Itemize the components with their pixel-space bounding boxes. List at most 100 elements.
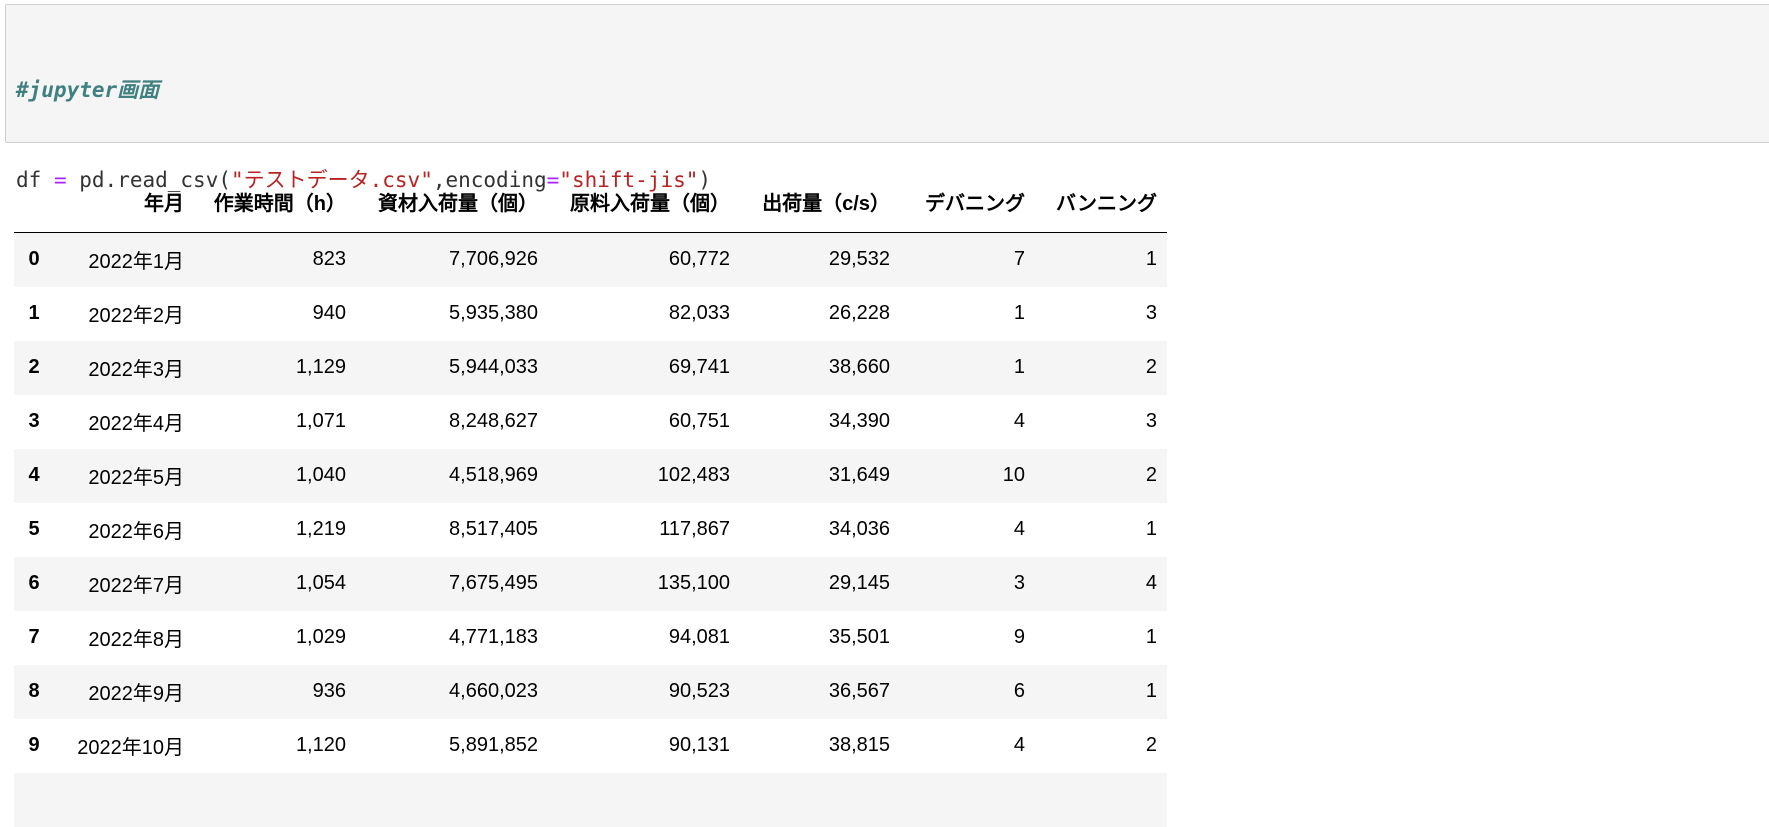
cell-year-month: 2022年7月 <box>88 575 184 597</box>
row-index: 6 <box>28 572 40 594</box>
cell-vanning: 2 <box>1145 356 1157 378</box>
table-header-row: 年月 作業時間（h） 資材入荷量（個） 原料入荷量（個） 出荷量（c/s） デバ… <box>14 170 1167 233</box>
cell-year-month: 2022年6月 <box>88 521 184 543</box>
column-header-raw-in: 原料入荷量（個） <box>548 170 740 233</box>
cell-year-month: 2022年1月 <box>88 251 184 274</box>
cell-devanning: 1 <box>1013 356 1025 378</box>
cell-devanning: 10 <box>1002 464 1025 486</box>
dataframe-table: 年月 作業時間（h） 資材入荷量（個） 原料入荷量（個） 出荷量（c/s） デバ… <box>14 170 1167 827</box>
cell-raw-in: 69,741 <box>668 356 730 378</box>
column-header-shipment: 出荷量（c/s） <box>740 170 900 233</box>
cell-work-hours <box>194 773 356 827</box>
cell-material-in: 7,675,495 <box>449 572 538 594</box>
cell-shipment <box>740 773 900 827</box>
cell-shipment: 34,390 <box>828 410 890 432</box>
cell-material-in: 4,771,183 <box>449 626 538 648</box>
cell-devanning: 7 <box>1013 248 1025 271</box>
cell-material-in: 5,891,852 <box>449 734 538 756</box>
cell-vanning: 3 <box>1145 410 1157 432</box>
table-row: 0 2022年1月 823 7,706,926 60,772 29,532 7 1 <box>14 232 1167 287</box>
cell-raw-in: 90,131 <box>668 734 730 756</box>
cell-year-month: 2022年5月 <box>88 467 184 489</box>
table-row: 6 2022年7月 1,054 7,675,495 135,100 29,145 3 4 <box>14 556 1167 611</box>
column-header-material-in: 資材入荷量（個） <box>356 170 548 233</box>
cell-devanning: 4 <box>1013 518 1025 540</box>
table-row: 3 2022年4月 1,071 8,248,627 60,751 34,390 4 3 <box>14 394 1167 449</box>
table-row <box>14 772 1167 827</box>
cell-year-month: 2022年10月 <box>77 737 184 759</box>
cell-raw-in: 60,751 <box>668 410 730 432</box>
cell-vanning: 1 <box>1145 518 1157 540</box>
row-index: 1 <box>28 302 40 324</box>
cell-year-month <box>54 773 194 827</box>
column-header-work-hours: 作業時間（h） <box>194 170 356 233</box>
cell-vanning: 1 <box>1145 680 1157 702</box>
code-cell-input[interactable]: #jupyter画面 df = pd.read_csv("テストデータ.csv"… <box>5 4 1769 282</box>
cell-material-in: 8,517,405 <box>449 518 538 540</box>
table-row: 9 2022年10月 1,120 5,891,852 90,131 38,815 4 2 <box>14 718 1167 773</box>
cell-work-hours: 1,219 <box>295 518 346 540</box>
cell-devanning: 6 <box>1013 680 1025 702</box>
column-header-devanning: デバニング <box>900 170 1035 233</box>
cell-vanning: 4 <box>1145 572 1157 594</box>
cell-shipment: 29,145 <box>828 572 890 594</box>
cell-devanning <box>900 773 1035 827</box>
cell-year-month: 2022年8月 <box>88 629 184 651</box>
table-row: 4 2022年5月 1,040 4,518,969 102,483 31,649 10 2 <box>14 448 1167 503</box>
cell-vanning: 1 <box>1145 626 1157 648</box>
cell-shipment: 35,501 <box>828 626 890 648</box>
table-row: 8 2022年9月 936 4,660,023 90,523 36,567 6 1 <box>14 664 1167 719</box>
row-index: 4 <box>28 464 40 486</box>
cell-material-in <box>356 773 548 827</box>
cell-material-in: 5,935,380 <box>449 302 538 324</box>
row-index: 3 <box>28 410 40 432</box>
cell-work-hours: 1,040 <box>295 464 346 486</box>
cell-raw-in: 117,867 <box>659 518 730 540</box>
cell-shipment: 38,815 <box>828 734 890 756</box>
cell-shipment: 38,660 <box>828 356 890 378</box>
cell-raw-in: 135,100 <box>657 572 730 594</box>
row-index: 5 <box>28 518 40 540</box>
cell-raw-in <box>548 773 740 827</box>
cell-work-hours: 1,029 <box>295 626 346 648</box>
row-index: 0 <box>28 248 40 271</box>
cell-devanning: 1 <box>1013 302 1025 324</box>
cell-output: 年月 作業時間（h） 資材入荷量（個） 原料入荷量（個） 出荷量（c/s） デバ… <box>14 170 1167 827</box>
cell-vanning: 2 <box>1145 734 1157 756</box>
cell-work-hours: 936 <box>312 680 346 702</box>
cell-work-hours: 940 <box>312 302 346 324</box>
cell-material-in: 7,706,926 <box>449 248 538 271</box>
row-index <box>14 773 54 827</box>
code-comment: #jupyter画面 <box>16 78 160 102</box>
cell-devanning: 9 <box>1013 626 1025 648</box>
cell-devanning: 4 <box>1013 410 1025 432</box>
cell-devanning: 3 <box>1013 572 1025 594</box>
cell-year-month: 2022年3月 <box>88 359 184 381</box>
cell-material-in: 4,660,023 <box>449 680 538 702</box>
column-header-year-month: 年月 <box>54 170 194 233</box>
code-line-1: #jupyter画面 <box>16 75 711 105</box>
row-index: 7 <box>28 626 40 648</box>
cell-vanning: 3 <box>1145 302 1157 324</box>
cell-work-hours: 823 <box>312 248 346 271</box>
cell-raw-in: 60,772 <box>668 248 730 271</box>
cell-raw-in: 102,483 <box>657 464 730 486</box>
cell-work-hours: 1,071 <box>295 410 346 432</box>
column-header-vanning: バンニング <box>1035 170 1167 233</box>
row-index: 9 <box>28 734 40 756</box>
cell-vanning <box>1035 773 1167 827</box>
cell-raw-in: 82,033 <box>668 302 730 324</box>
cell-shipment: 29,532 <box>828 248 890 271</box>
cell-material-in: 4,518,969 <box>449 464 538 486</box>
table-row: 2 2022年3月 1,129 5,944,033 69,741 38,660 1 2 <box>14 340 1167 395</box>
row-index: 8 <box>28 680 40 702</box>
cell-vanning: 1 <box>1145 248 1157 271</box>
cell-work-hours: 1,120 <box>295 734 346 756</box>
row-index: 2 <box>28 356 40 378</box>
cell-work-hours: 1,054 <box>295 572 346 594</box>
cell-vanning: 2 <box>1145 464 1157 486</box>
cell-material-in: 5,944,033 <box>449 356 538 378</box>
cell-year-month: 2022年9月 <box>88 683 184 705</box>
table-row: 5 2022年6月 1,219 8,517,405 117,867 34,036 4 1 <box>14 502 1167 557</box>
cell-material-in: 8,248,627 <box>449 410 538 432</box>
